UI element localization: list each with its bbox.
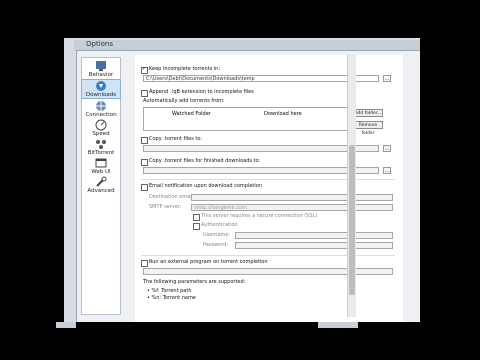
sidebar-item-speed[interactable]: Speed <box>82 119 120 137</box>
sidebar-item-label: Speed <box>92 131 110 137</box>
bittorrent-icon <box>96 140 106 149</box>
supported-params-label: The following parameters are supported: <box>143 279 246 285</box>
sidebar-item-downloads[interactable]: Downloads <box>81 79 121 99</box>
column-header-watched-folder: Watched Folder <box>172 111 211 117</box>
param-torrent-path: • %f: Torrent path <box>147 288 192 294</box>
window-title: Options <box>86 40 114 48</box>
advanced-icon <box>96 176 107 187</box>
email-notification-checkbox[interactable] <box>141 184 148 191</box>
username-field[interactable] <box>235 232 393 239</box>
title-bar: Options <box>74 40 420 50</box>
webui-icon <box>95 158 107 168</box>
options-dialog: Behavior Downloads Connection Speed BitT… <box>76 50 420 322</box>
watched-folders-table[interactable]: Watched Folder Download here <box>143 107 351 131</box>
copy-torrent-path-field[interactable] <box>143 145 379 152</box>
downloads-panel: Keep incomplete torrents in: C:\Users\De… <box>135 55 403 322</box>
append-extension-checkbox[interactable] <box>141 90 148 97</box>
taskbar-strip <box>0 322 480 360</box>
destination-email-field[interactable] <box>191 194 393 201</box>
sidebar-item-label: BitTorrent <box>87 150 115 156</box>
auto-add-label: Automatically add torrents from: <box>143 98 225 104</box>
sidebar-item-web-ui[interactable]: Web UI <box>82 157 120 175</box>
connection-icon <box>96 101 106 111</box>
divider <box>141 179 395 180</box>
scrollbar-thumb[interactable] <box>349 145 355 295</box>
keep-incomplete-checkbox[interactable] <box>141 66 148 74</box>
browse-button[interactable]: … <box>383 167 391 174</box>
speed-icon <box>95 119 107 131</box>
sidebar-item-connection[interactable]: Connection <box>82 100 120 118</box>
sidebar-item-label: Downloads <box>85 92 117 98</box>
keep-incomplete-path-field[interactable]: C:\Users\Debt\Documents\Downloads\temp <box>143 75 379 82</box>
param-torrent-name: • %n: Torrent name <box>147 295 196 301</box>
password-label: Password: <box>203 242 229 248</box>
copy-torrent-label: Copy .torrent files to: <box>149 136 203 142</box>
vertical-scrollbar[interactable] <box>347 55 356 317</box>
sidebar-item-label: Advanced <box>87 188 115 194</box>
browse-button[interactable]: … <box>383 75 391 82</box>
screen: Options Behavior Downloads Connection Sp… <box>64 38 420 322</box>
email-notification-label: Email notification upon download complet… <box>149 183 262 189</box>
destination-email-label: Destination email: <box>149 194 195 200</box>
add-folder-button[interactable]: Add folder... <box>353 109 383 117</box>
authentication-checkbox[interactable] <box>193 223 200 230</box>
ssl-checkbox[interactable] <box>193 214 200 221</box>
sidebar-item-behavior[interactable]: Behavior <box>82 60 120 78</box>
taskbar-fragment <box>56 322 76 328</box>
sidebar-item-label: Web UI <box>91 169 111 175</box>
sidebar-item-label: Behavior <box>88 72 114 78</box>
column-header-download-here: Download here <box>264 111 302 117</box>
username-label: Username: <box>203 232 231 238</box>
sidebar-item-label: Connection <box>85 112 117 118</box>
copy-finished-path-field[interactable] <box>143 167 379 174</box>
behavior-icon <box>96 61 106 71</box>
copy-finished-checkbox[interactable] <box>141 159 148 166</box>
downloads-icon <box>96 81 106 91</box>
authentication-label: Authentication <box>201 222 238 228</box>
run-program-label: Run an external program on torrent compl… <box>149 259 268 265</box>
copy-torrent-checkbox[interactable] <box>141 137 148 144</box>
taskbar-fragment <box>318 322 358 328</box>
sidebar-item-bittorrent[interactable]: BitTorrent <box>82 138 120 156</box>
sidebar-item-advanced[interactable]: Advanced <box>82 176 120 194</box>
keep-incomplete-label: Keep incomplete torrents in: <box>149 66 221 72</box>
copy-finished-label: Copy .torrent files for finished downloa… <box>149 158 261 164</box>
divider <box>141 255 395 256</box>
sidebar: Behavior Downloads Connection Speed BitT… <box>81 57 121 315</box>
append-extension-label: Append .!qB extension to incomplete file… <box>149 89 254 95</box>
remove-folder-button[interactable]: Remove folder <box>353 121 383 136</box>
smtp-server-label: SMTP server: <box>149 204 182 210</box>
browse-button[interactable]: … <box>383 145 391 152</box>
smtp-server-field[interactable]: smtp.changeme.com <box>191 204 393 211</box>
password-field[interactable] <box>235 242 393 249</box>
ssl-label: This server requires a secure connection… <box>201 213 318 219</box>
run-program-checkbox[interactable] <box>141 260 148 267</box>
